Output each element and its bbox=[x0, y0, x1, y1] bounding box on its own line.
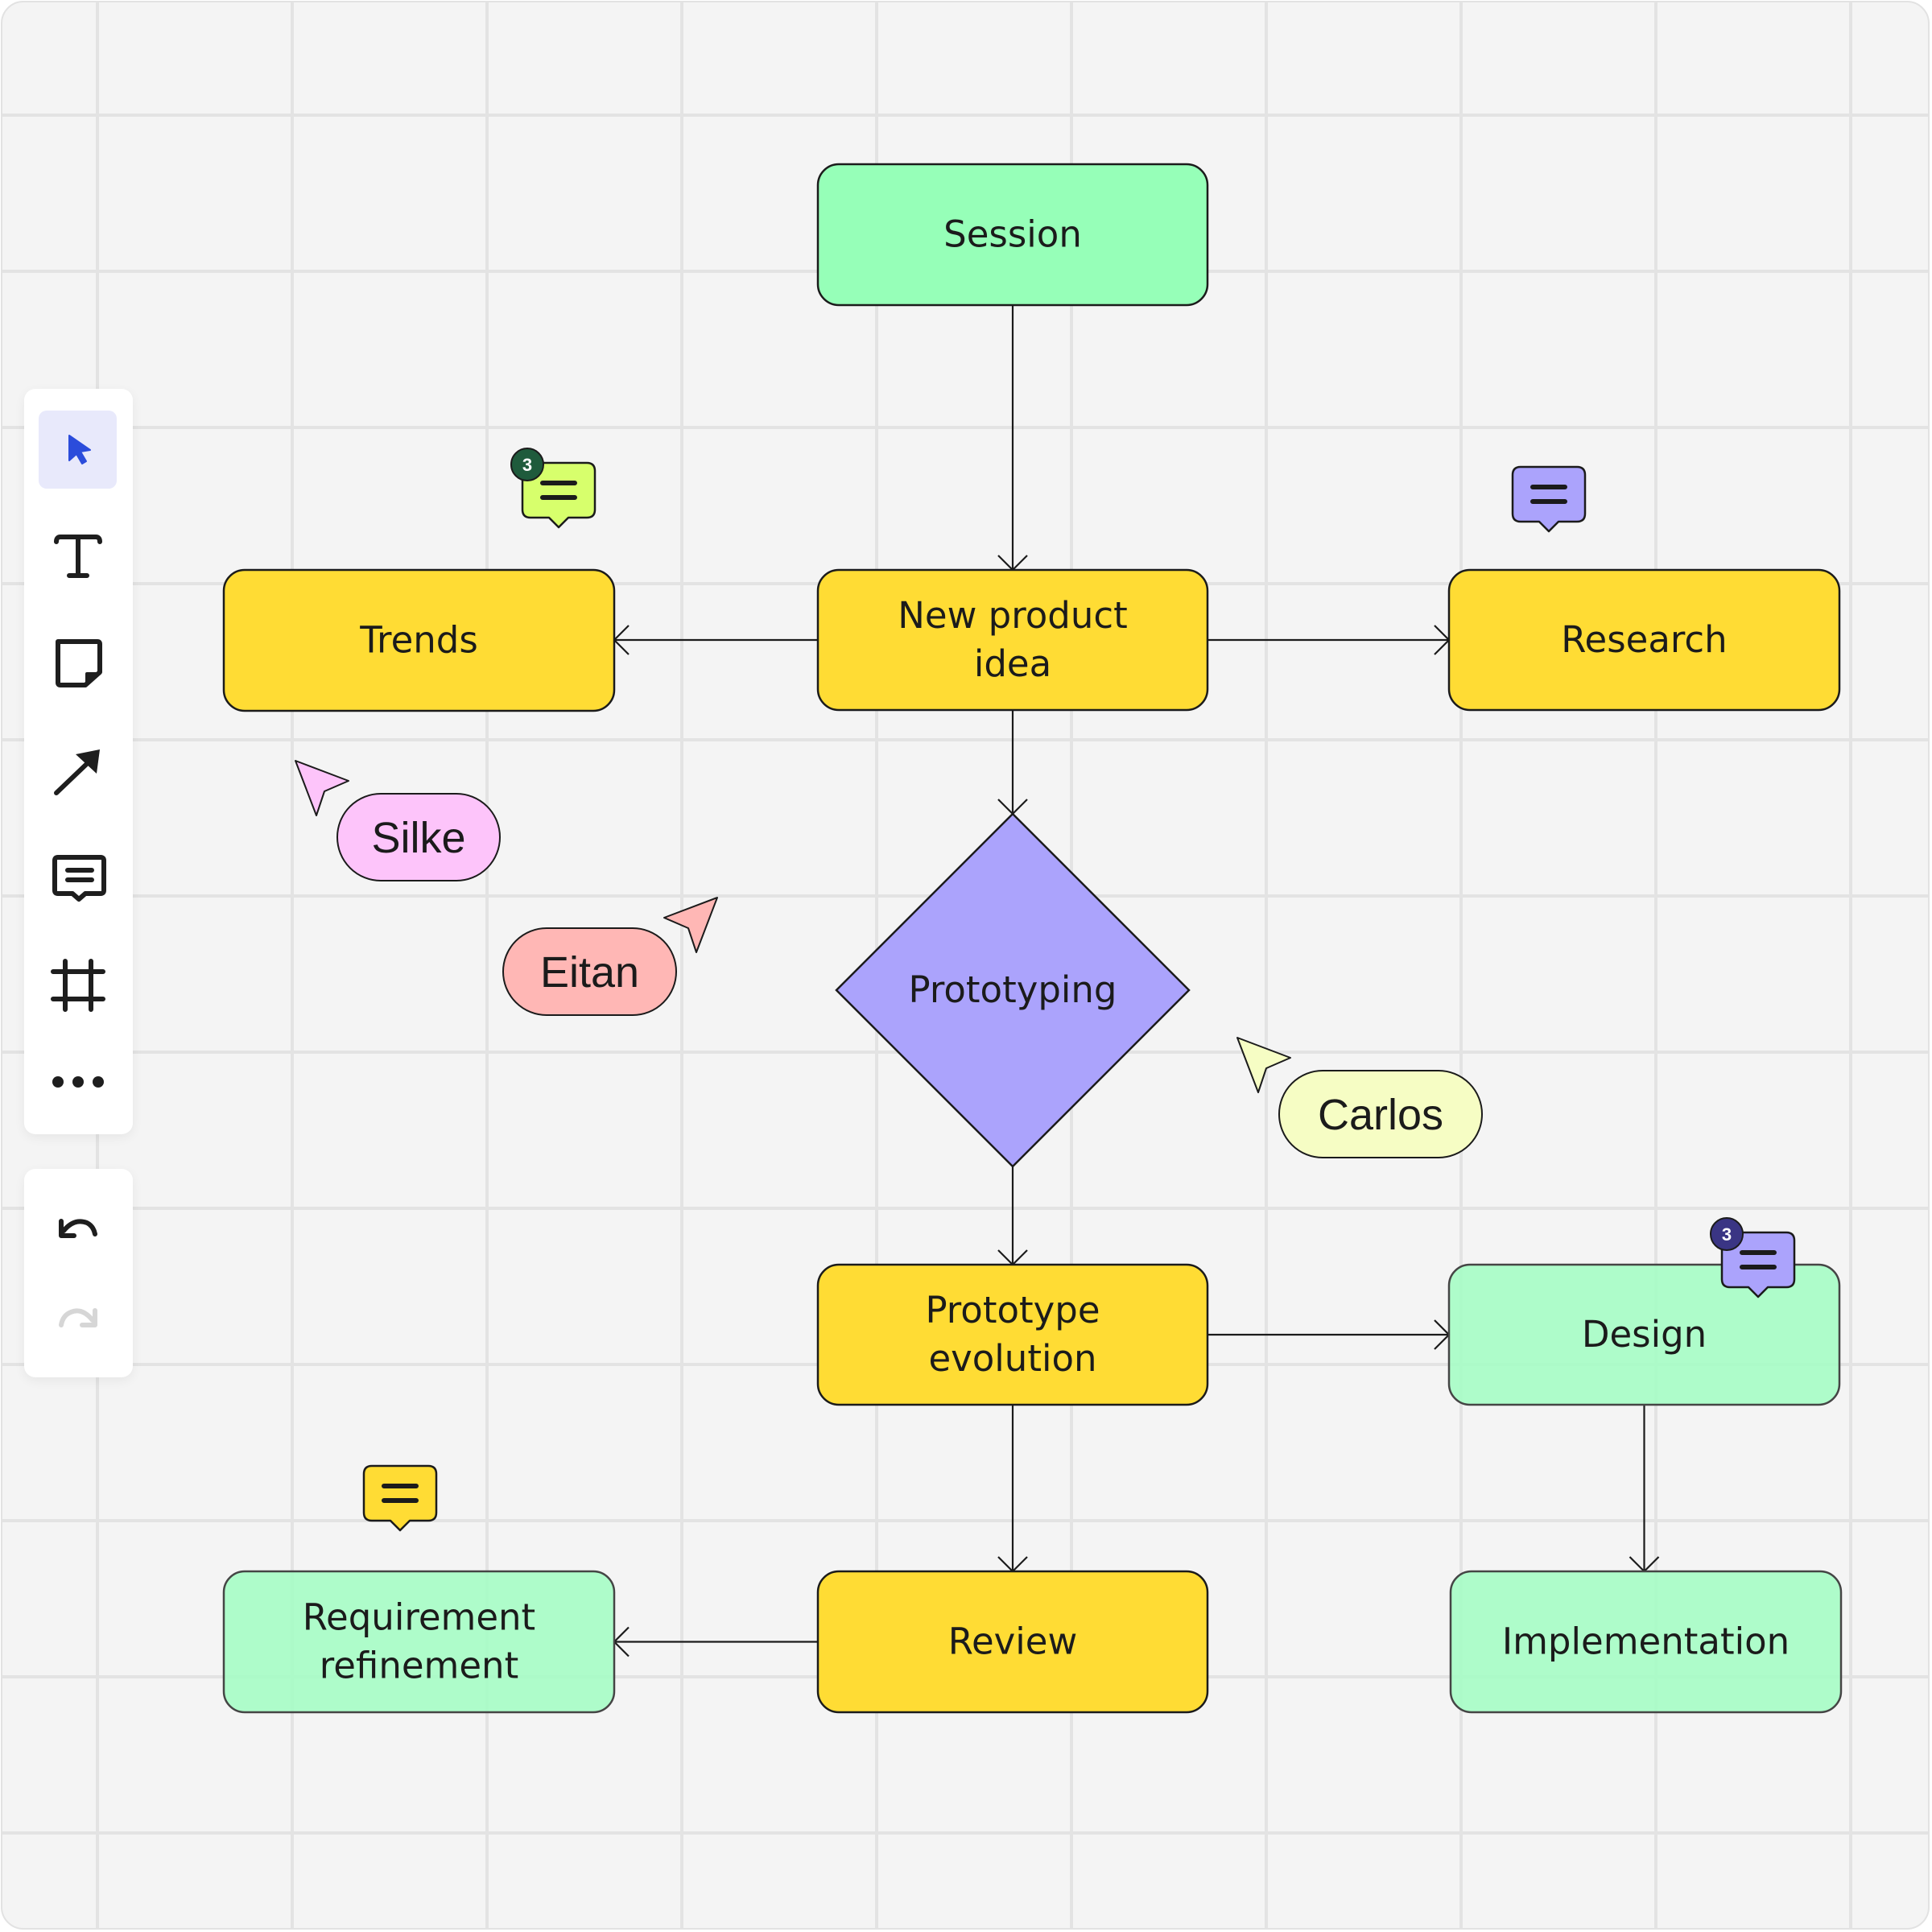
node-new-product-idea[interactable]: New product idea bbox=[816, 568, 1209, 712]
sticky-note-icon bbox=[55, 638, 102, 687]
node-label: Session bbox=[943, 213, 1082, 256]
node-label: Design bbox=[1582, 1313, 1707, 1356]
node-prototype-evolution[interactable]: Prototype evolution bbox=[816, 1263, 1209, 1406]
pointer-arrow-icon bbox=[663, 897, 718, 953]
node-label: Implementation bbox=[1502, 1620, 1790, 1663]
pointer-arrow-icon bbox=[295, 760, 349, 816]
comment-thread-requirement-refinement[interactable] bbox=[362, 1464, 438, 1532]
node-label: Review bbox=[948, 1620, 1078, 1663]
node-label: Research bbox=[1561, 618, 1727, 661]
text-tool-button[interactable] bbox=[39, 516, 117, 594]
node-label: Prototyping bbox=[909, 968, 1117, 1011]
connector-new-product-idea-to-trends[interactable] bbox=[613, 625, 818, 655]
more-tools-button[interactable] bbox=[39, 1042, 117, 1121]
comment-icon bbox=[52, 854, 106, 902]
connector-new-product-idea-to-prototyping[interactable] bbox=[997, 710, 1028, 815]
pointer-arrow-icon bbox=[1236, 1037, 1291, 1093]
arrow-icon bbox=[53, 749, 100, 795]
arrow-tool-button[interactable] bbox=[39, 732, 117, 810]
sticky-note-tool-button[interactable] bbox=[39, 624, 117, 702]
comment-thread-trends[interactable]: 3 bbox=[510, 448, 597, 529]
comment-count-badge: 3 bbox=[510, 448, 544, 481]
tools-toolbar bbox=[24, 389, 133, 1134]
cursor-silke: Silke bbox=[295, 760, 501, 881]
node-requirement-refinement[interactable]: Requirement refinement bbox=[222, 1570, 616, 1714]
comment-tool-button[interactable] bbox=[39, 842, 117, 920]
node-label: Prototype bbox=[925, 1289, 1100, 1331]
cursor-carlos: Carlos bbox=[1236, 1037, 1483, 1158]
whiteboard-canvas[interactable]: Session New product idea Trends Research Prot… bbox=[1, 1, 1930, 1930]
node-label: evolution bbox=[928, 1337, 1096, 1380]
node-trends[interactable]: Trends bbox=[222, 568, 616, 712]
text-icon bbox=[53, 534, 102, 578]
redo-icon bbox=[58, 1307, 97, 1327]
cursor-name: Carlos bbox=[1318, 1091, 1443, 1139]
cursor-name: Eitan bbox=[540, 948, 639, 997]
node-label: idea bbox=[974, 642, 1051, 685]
node-label: Requirement bbox=[303, 1596, 535, 1639]
comment-count-badge: 3 bbox=[1710, 1217, 1744, 1251]
node-shape[interactable] bbox=[816, 568, 1209, 712]
diagram-canvas[interactable]: Session New product idea Trends Research Prot… bbox=[2, 2, 1930, 1930]
connector-new-product-idea-to-research[interactable] bbox=[1208, 625, 1451, 655]
undo-button[interactable] bbox=[39, 1192, 117, 1270]
comment-count: 3 bbox=[522, 455, 532, 475]
connector-prototype-evolution-to-review[interactable] bbox=[997, 1405, 1028, 1573]
more-icon bbox=[52, 1075, 104, 1088]
history-toolbar bbox=[24, 1169, 133, 1377]
nodes: Session New product idea Trends Research Prot… bbox=[222, 163, 1843, 1714]
connector-design-to-implementation[interactable] bbox=[1629, 1405, 1660, 1573]
node-shape[interactable] bbox=[816, 1263, 1209, 1406]
comment-thread-design[interactable]: 3 bbox=[1710, 1217, 1796, 1298]
node-research[interactable]: Research bbox=[1447, 568, 1841, 712]
connector-session-to-new-product-idea[interactable] bbox=[997, 305, 1028, 572]
undo-icon bbox=[58, 1218, 97, 1238]
cursor-eitan: Eitan bbox=[502, 897, 718, 1016]
connector-review-to-requirement-refinement[interactable] bbox=[613, 1626, 818, 1657]
connector-prototyping-to-prototype-evolution[interactable] bbox=[997, 1166, 1028, 1266]
node-session[interactable]: Session bbox=[816, 163, 1209, 307]
cursor-name: Silke bbox=[371, 814, 465, 862]
cursor-icon bbox=[68, 434, 91, 464]
node-prototyping[interactable]: Prototyping bbox=[835, 812, 1191, 1168]
frame-icon bbox=[50, 958, 105, 1012]
node-shape[interactable] bbox=[222, 1570, 616, 1714]
connector-prototype-evolution-to-design[interactable] bbox=[1208, 1319, 1451, 1350]
node-review[interactable]: Review bbox=[816, 1570, 1209, 1714]
redo-button[interactable] bbox=[39, 1282, 117, 1360]
comment-thread-research[interactable] bbox=[1511, 465, 1587, 533]
comment-count: 3 bbox=[1722, 1224, 1732, 1245]
node-implementation[interactable]: Implementation bbox=[1449, 1570, 1843, 1714]
frame-tool-button[interactable] bbox=[39, 946, 117, 1024]
node-label: Trends bbox=[359, 619, 478, 662]
node-label: refinement bbox=[320, 1645, 518, 1687]
node-label: New product bbox=[898, 594, 1128, 637]
select-tool-button[interactable] bbox=[39, 411, 117, 489]
